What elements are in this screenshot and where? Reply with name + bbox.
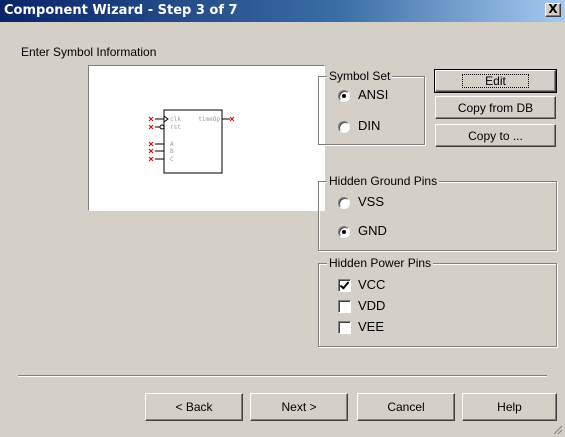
- component-wizard-dialog: Component Wizard - Step 3 of 7 X Enter S…: [0, 0, 565, 437]
- radio-gnd[interactable]: [338, 226, 350, 238]
- next-button-label: Next >: [281, 400, 317, 414]
- resize-grip-icon[interactable]: [551, 423, 563, 435]
- symbol-drawing: clkrst ABC timeOp: [148, 109, 235, 174]
- symbol-set-title: Symbol Set: [327, 69, 393, 83]
- copy-from-db-label: Copy from DB: [457, 100, 534, 115]
- edit-button-label: Edit: [462, 74, 529, 88]
- close-button[interactable]: X: [545, 3, 561, 17]
- svg-text:A: A: [170, 141, 174, 148]
- checkbox-vcc-label: VCC: [358, 277, 386, 292]
- svg-text:clk: clk: [170, 116, 181, 123]
- radio-vss[interactable]: [338, 197, 350, 209]
- help-button[interactable]: Help: [462, 393, 557, 421]
- checkbox-vdd-label: VDD: [358, 298, 386, 313]
- hidden-ground-pins-group: Hidden Ground Pins VSS GND: [318, 174, 557, 251]
- edit-button[interactable]: Edit: [434, 69, 557, 93]
- radio-din[interactable]: [338, 121, 350, 133]
- symbol-set-group: Symbol Set ANSI DIN: [318, 69, 425, 145]
- back-button-label: < Back: [175, 400, 213, 414]
- svg-text:C: C: [170, 156, 174, 163]
- back-button[interactable]: < Back: [145, 393, 243, 421]
- radio-vss-label: VSS: [358, 194, 385, 209]
- section-label: Enter Symbol Information: [21, 45, 157, 59]
- hidden-power-pins-title: Hidden Power Pins: [327, 256, 434, 270]
- svg-text:B: B: [170, 148, 174, 155]
- cancel-button-label: Cancel: [387, 400, 425, 414]
- hidden-ground-pins-title: Hidden Ground Pins: [327, 174, 440, 188]
- help-button-label: Help: [497, 400, 522, 414]
- symbol-pin-b: B: [148, 148, 174, 155]
- radio-gnd-label: GND: [358, 223, 387, 238]
- radio-ansi-label: ANSI: [358, 87, 389, 102]
- symbol-pin-rst: rst: [148, 124, 181, 131]
- svg-text:rst: rst: [170, 124, 181, 131]
- symbol-preview: clk rst A B C timeOp: [88, 65, 325, 211]
- checkbox-vee-label: VEE: [358, 319, 385, 334]
- checkbox-vee[interactable]: [338, 321, 351, 334]
- radio-din-label: DIN: [358, 118, 381, 133]
- checkbox-vcc[interactable]: [338, 279, 351, 292]
- symbol-pin-timeop: timeOp: [198, 116, 235, 123]
- symbol-pin-c: C: [148, 156, 174, 163]
- next-button[interactable]: Next >: [250, 393, 348, 421]
- checkbox-vdd[interactable]: [338, 300, 351, 313]
- copy-to-button[interactable]: Copy to ...: [435, 124, 556, 147]
- title-bar[interactable]: Component Wizard - Step 3 of 7 X: [0, 0, 565, 22]
- copy-from-db-button[interactable]: Copy from DB: [435, 96, 556, 119]
- radio-ansi[interactable]: [338, 90, 350, 102]
- window-title: Component Wizard - Step 3 of 7: [4, 3, 238, 18]
- footer-separator: [18, 375, 547, 377]
- symbol-pin-clk: clk: [148, 115, 181, 123]
- symbol-pin-a: A: [148, 141, 174, 148]
- close-icon: X: [548, 2, 558, 16]
- copy-to-label: Copy to ...: [468, 128, 523, 143]
- hidden-power-pins-group: Hidden Power Pins VCC VDD VEE: [318, 256, 557, 347]
- cancel-button[interactable]: Cancel: [357, 393, 455, 421]
- svg-text:timeOp: timeOp: [198, 116, 220, 123]
